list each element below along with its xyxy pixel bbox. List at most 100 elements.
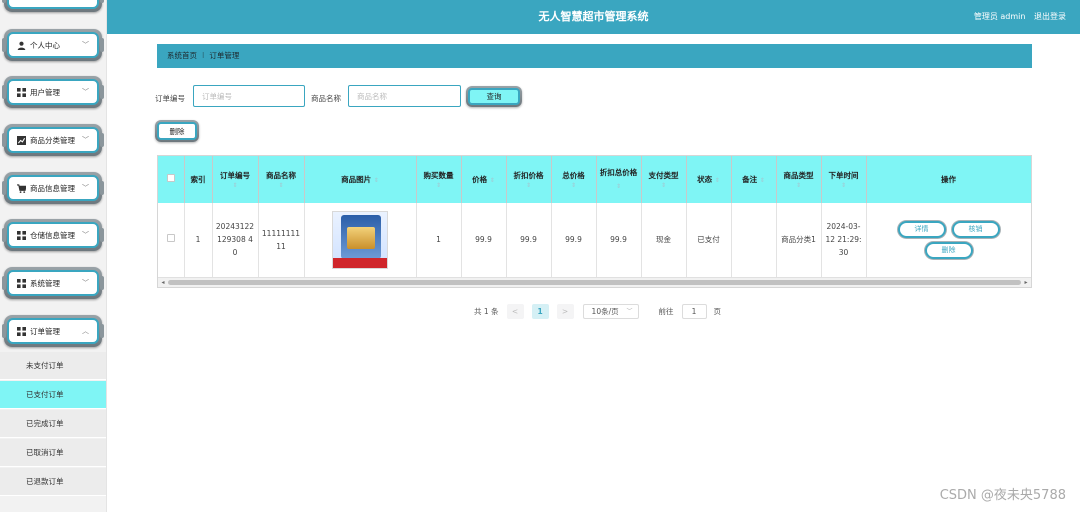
cart-icon <box>17 183 26 193</box>
cell-total-price: 99.9 <box>551 203 597 278</box>
sort-icon: ⇕ <box>373 176 379 184</box>
sidebar-item-cancelled-orders[interactable]: 已取消订单 <box>0 439 106 467</box>
sort-icon: ⇕ <box>278 182 284 189</box>
header-remark[interactable]: 备注 ⇕ <box>731 156 777 203</box>
header-order-no[interactable]: 订单编号 ⇕ <box>212 156 259 203</box>
sidebar-item-unpaid-orders[interactable]: 未支付订单 <box>0 352 106 380</box>
header-total-price[interactable]: 总价格 ⇕ <box>551 156 597 203</box>
header-quantity[interactable]: 购买数量 ⇕ <box>416 156 462 203</box>
product-name-label: 商品名称 <box>311 94 341 103</box>
user-label: 管理员 admin <box>973 12 1026 21</box>
row-delete-button[interactable]: 删除 <box>924 241 973 259</box>
sidebar-item-paid-orders[interactable]: 已支付订单 <box>0 381 106 409</box>
breadcrumb: 系统首页 ⁝ 订单管理 <box>157 44 1032 68</box>
row-checkbox[interactable] <box>166 234 175 243</box>
header-product-type[interactable]: 商品类型 ⇕ <box>776 156 822 203</box>
cell-quantity: 1 <box>416 203 462 278</box>
chevron-down-icon: ﹀ <box>626 307 633 315</box>
cell-index: 1 <box>184 203 213 278</box>
cell-discount-total: 99.9 <box>596 203 642 278</box>
sidebar-menu-label: 仓储信息管理 <box>30 230 75 240</box>
page-unit-label: 页 <box>713 306 722 316</box>
header-product-image[interactable]: 商品图片 ⇕ <box>304 156 417 203</box>
header-price[interactable]: 价格 ⇕ <box>461 156 507 203</box>
cell-product-type: 商品分类1 <box>776 203 822 278</box>
page-number-current[interactable]: 1 <box>531 303 549 319</box>
sidebar-item-completed-orders[interactable]: 已完成订单 <box>0 410 106 438</box>
scrollbar-thumb[interactable] <box>168 280 1021 285</box>
sidebar-menu-label: 商品信息管理 <box>30 183 75 193</box>
total-count: 共 1 条 <box>474 306 499 316</box>
sidebar-menu-order-management[interactable]: 订单管理 ︿ <box>4 315 102 347</box>
query-button[interactable]: 查询 <box>466 86 522 107</box>
user-area: 管理员 admin 退出登录 <box>968 0 1066 34</box>
breadcrumb-separator: ⁝ <box>202 51 205 60</box>
sidebar-menu-system-management[interactable]: 系统管理 ﹀ <box>4 267 102 299</box>
sort-icon: ⇕ <box>660 182 667 189</box>
product-name-input[interactable] <box>348 85 461 107</box>
verify-button[interactable]: 核销 <box>951 220 1000 238</box>
sort-icon: ⇕ <box>714 176 720 184</box>
goto-page-input[interactable]: 1 <box>681 303 707 319</box>
chevron-up-icon: ︿ <box>82 327 89 335</box>
table-row: 1 20243122129308 40 1111111111 1 99.9 99… <box>158 203 1031 278</box>
goto-label: 前往 <box>658 306 674 316</box>
sidebar-menu-home[interactable] <box>4 0 102 12</box>
scroll-left-icon[interactable]: ◂ <box>158 278 168 287</box>
header-discount-total[interactable]: 折扣总价格 ⇕ <box>596 156 642 203</box>
sort-icon: ⇕ <box>525 182 532 189</box>
grid-icon <box>17 326 26 336</box>
query-button-label: 查询 <box>468 88 520 105</box>
watermark: CSDN @夜未央5788 <box>939 488 1066 503</box>
header-pay-type[interactable]: 支付类型 ⇕ <box>641 156 687 203</box>
next-page-button[interactable]: > <box>556 303 574 319</box>
sidebar-menu-label: 个人中心 <box>30 40 60 50</box>
chevron-down-icon: ﹀ <box>82 88 89 96</box>
header-status[interactable]: 状态 ⇕ <box>686 156 732 203</box>
app-title: 无人智慧超市管理系统 <box>538 10 649 23</box>
logout-link[interactable]: 退出登录 <box>1034 12 1066 21</box>
sidebar-menu-storage-management[interactable]: 仓储信息管理 ﹀ <box>4 219 102 251</box>
sidebar-menu-personal-center[interactable]: 个人中心 ﹀ <box>4 29 102 61</box>
sort-icon: ⇕ <box>759 176 765 184</box>
header-actions: 操作 <box>866 156 1031 203</box>
chevron-down-icon: ﹀ <box>82 279 89 287</box>
order-no-input[interactable] <box>193 85 305 107</box>
select-all-header[interactable] <box>158 156 185 203</box>
cell-order-no: 20243122129308 40 <box>212 203 259 278</box>
sidebar: 个人中心 ﹀ 用户管理 ﹀ 商品分类管理 ﹀ 商品信息管理 ﹀ 仓储信息管理 ﹀ <box>0 0 107 512</box>
header-product-name[interactable]: 商品名称 ⇕ <box>258 156 305 203</box>
grid-icon <box>17 230 26 240</box>
sort-icon: ⇕ <box>615 183 622 190</box>
prev-page-button[interactable]: < <box>506 303 524 319</box>
page-size-select[interactable]: 10条/页 ﹀ <box>582 303 639 319</box>
select-all-checkbox[interactable] <box>166 174 175 182</box>
sidebar-menu-user-management[interactable]: 用户管理 ﹀ <box>4 76 102 108</box>
chart-icon <box>17 135 26 145</box>
scroll-right-icon[interactable]: ▸ <box>1021 278 1031 287</box>
chevron-down-icon: ﹀ <box>82 41 89 49</box>
horizontal-scrollbar[interactable]: ◂ ▸ <box>158 277 1031 287</box>
batch-delete-button[interactable]: 删除 <box>155 120 199 142</box>
sidebar-item-refunded-orders[interactable]: 已退款订单 <box>0 468 106 496</box>
product-thumbnail[interactable] <box>332 210 388 269</box>
detail-button[interactable]: 详情 <box>897 220 946 238</box>
cell-pay-type: 现金 <box>641 203 687 278</box>
sort-icon: ⇕ <box>570 182 577 189</box>
sidebar-menu-label: 系统管理 <box>30 278 60 288</box>
chevron-down-icon: ﹀ <box>82 231 89 239</box>
chevron-down-icon: ﹀ <box>82 136 89 144</box>
sidebar-menu-category-management[interactable]: 商品分类管理 ﹀ <box>4 124 102 156</box>
header-order-time[interactable]: 下单时间 ⇕ <box>821 156 867 203</box>
cell-order-time: 2024-03-12 21:29:30 <box>821 203 867 278</box>
pagination: 共 1 条 < 1 > 10条/页 ﹀ 前往 1 页 <box>474 303 721 319</box>
cell-product-name: 1111111111 <box>258 203 305 278</box>
sort-icon: ⇕ <box>435 182 442 189</box>
breadcrumb-home[interactable]: 系统首页 <box>167 51 197 60</box>
header-discount-price[interactable]: 折扣价格 ⇕ <box>506 156 552 203</box>
sidebar-menu-product-management[interactable]: 商品信息管理 ﹀ <box>4 172 102 204</box>
sidebar-menu-label: 商品分类管理 <box>30 135 75 145</box>
cell-discount-price: 99.9 <box>506 203 552 278</box>
row-select-cell[interactable] <box>158 203 185 278</box>
table-header-row: 索引 订单编号 ⇕ 商品名称 ⇕ 商品图片 ⇕ 购买数量 ⇕ 价格 ⇕ 折扣价格 ⇕ 总… <box>158 156 1031 203</box>
